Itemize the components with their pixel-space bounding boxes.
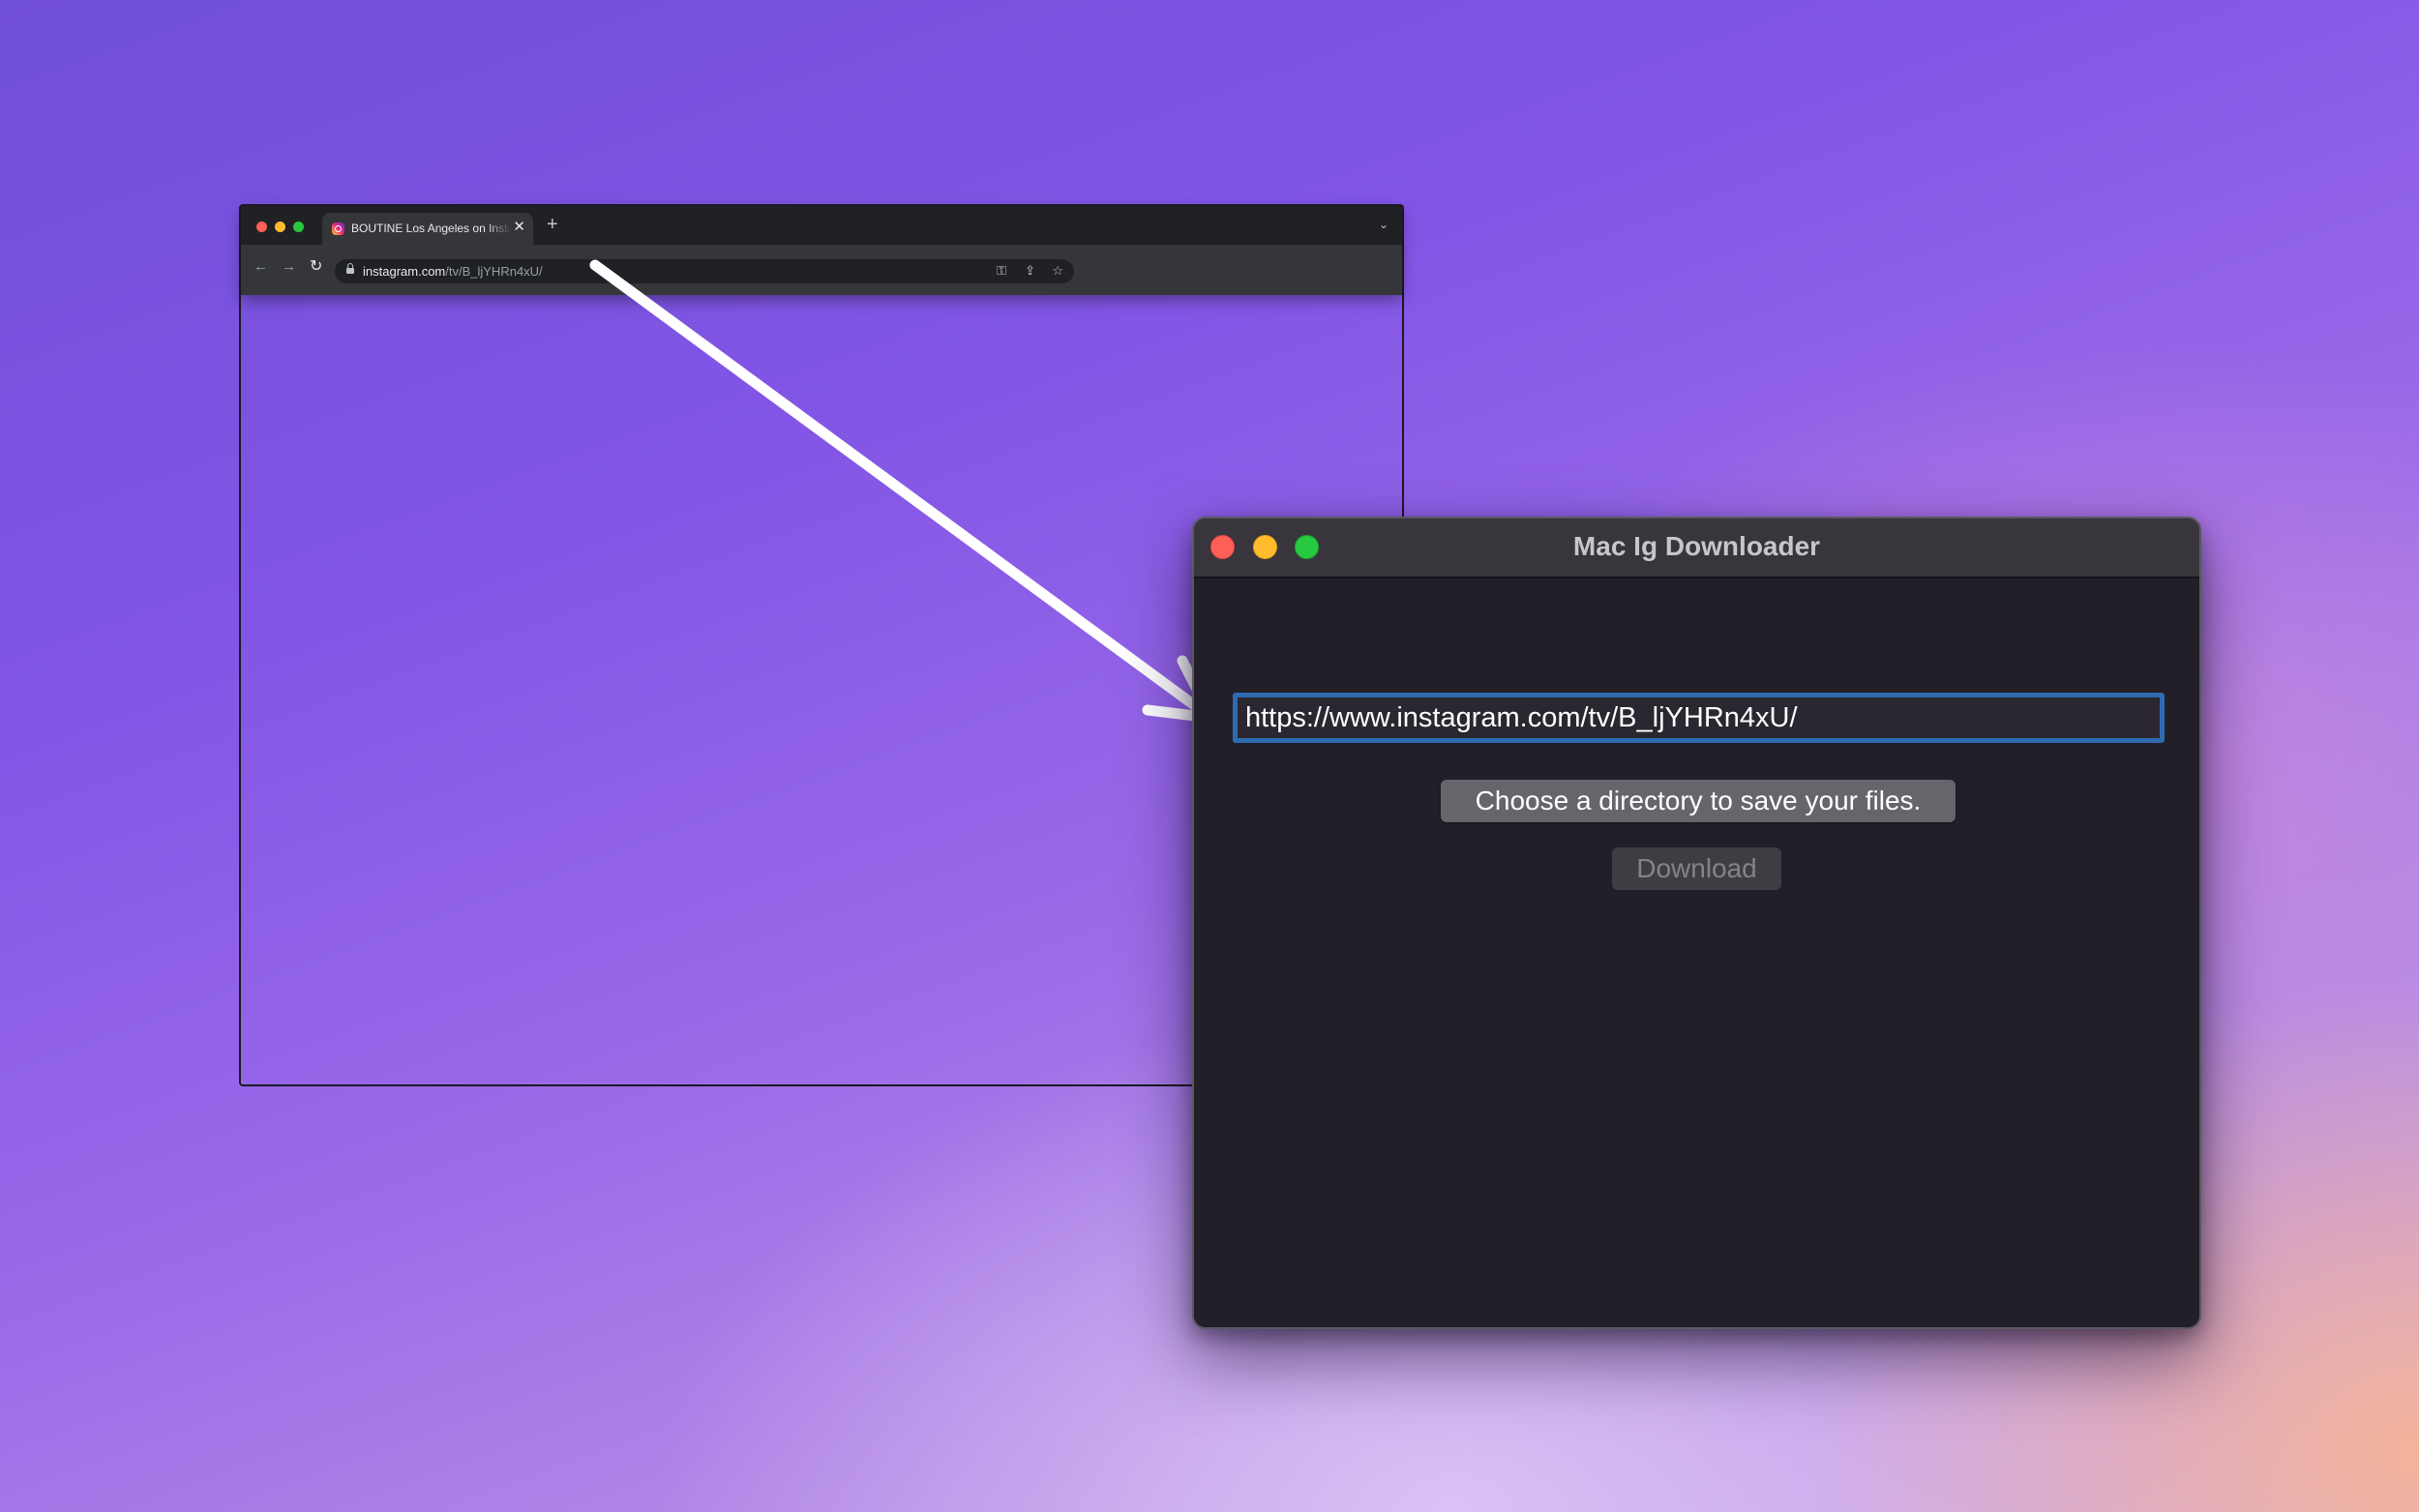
tab-search-chevron-icon[interactable]: ⌄ [1379, 218, 1389, 231]
bookmark-star-icon[interactable]: ☆ [1052, 263, 1063, 280]
key-icon[interactable]: ⚿ [997, 263, 1006, 280]
instagram-icon [332, 222, 344, 235]
browser-minimize-button[interactable] [275, 222, 285, 232]
tab-close-icon[interactable]: ✕ [513, 220, 525, 234]
browser-close-button[interactable] [256, 222, 267, 232]
url-domain: instagram.com [363, 264, 446, 279]
new-tab-icon[interactable]: + [547, 215, 558, 234]
url-path: /tv/B_ljYHRn4xU/ [445, 264, 543, 279]
browser-chrome: BOUTINE Los Angeles on Instagram ✕ + ⌄ ←… [241, 206, 1402, 295]
back-arrow-icon[interactable]: ← [254, 259, 268, 274]
tab-instagram[interactable]: BOUTINE Los Angeles on Instagram ✕ [322, 213, 533, 245]
forward-arrow-icon[interactable]: → [282, 259, 296, 274]
share-icon[interactable]: ⇪ [1025, 263, 1035, 280]
app-title: Mac Ig Downloader [1572, 531, 1821, 561]
tab-title: BOUTINE Los Angeles on Instagram [351, 222, 511, 235]
choose-directory-button[interactable]: Choose a directory to save your files. [1441, 780, 1956, 822]
browser-zoom-button[interactable] [293, 222, 304, 232]
reload-icon[interactable]: ↻ [310, 259, 322, 275]
browser-toolbar: ← → ↻ instagram.com/tv/B_ljYHRn4xU/ ⚿ ⇪ … [241, 245, 1402, 295]
app-titlebar: Mac Ig Downloader [1194, 519, 2199, 578]
address-bar[interactable]: instagram.com/tv/B_ljYHRn4xU/ ⚿ ⇪ ☆ [335, 259, 1074, 283]
app-window: Mac Ig Downloader Choose a directory to … [1192, 517, 2201, 1329]
download-button[interactable]: Download [1612, 847, 1781, 890]
url-input[interactable] [1233, 693, 2165, 743]
address-bar-url[interactable]: instagram.com/tv/B_ljYHRn4xU/ [363, 264, 543, 279]
lock-icon[interactable] [346, 263, 354, 274]
tab-strip: BOUTINE Los Angeles on Instagram ✕ + ⌄ [241, 206, 1402, 245]
